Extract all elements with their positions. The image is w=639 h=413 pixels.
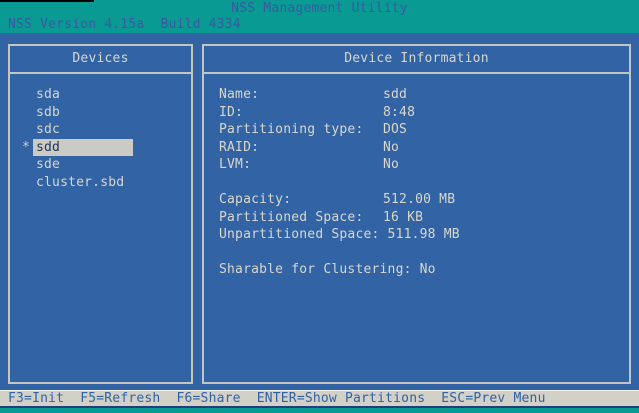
device-item-label: sdb: [36, 104, 60, 122]
device-item-cluster-sbd[interactable]: cluster.sbd: [10, 174, 191, 192]
info-label: RAID:: [219, 139, 375, 157]
device-item-sdc[interactable]: sdc: [10, 121, 191, 139]
info-label: Unpartitioned Space:: [219, 226, 380, 244]
info-label: Partitioning type:: [219, 121, 375, 139]
top-edge-artifact: [0, 0, 94, 2]
info-label: Sharable for Clustering:: [219, 261, 412, 279]
selected-marker-slot: [22, 121, 36, 139]
info-row-id: ID: 8:48: [204, 104, 629, 122]
nssmu-screen: NSS Management Utility NSS Version 4.15a…: [0, 0, 639, 413]
device-list: sda sdb sdc * sdd sde cluster.sbd: [10, 74, 191, 191]
info-row-raid: RAID: No: [204, 139, 629, 157]
info-label: LVM:: [219, 156, 375, 174]
selected-marker-slot: [22, 86, 36, 104]
info-value: 512.00 MB: [375, 191, 455, 209]
info-label: Name:: [219, 86, 375, 104]
info-label: ID:: [219, 104, 375, 122]
selected-marker-slot: [22, 104, 36, 122]
info-value: 16 KB: [375, 209, 423, 227]
device-item-sde[interactable]: sde: [10, 156, 191, 174]
info-value: No: [375, 139, 399, 157]
devices-panel-header: Devices: [10, 46, 191, 74]
info-row-capacity: Capacity: 512.00 MB: [204, 191, 629, 209]
info-row-partitioning-type: Partitioning type: DOS: [204, 121, 629, 139]
bottom-edge-strip: [0, 408, 639, 413]
device-item-label: cluster.sbd: [36, 174, 124, 192]
info-value: No: [412, 261, 436, 279]
info-value: 511.98 MB: [380, 226, 460, 244]
info-row-sharable-for-clustering: Sharable for Clustering: No: [204, 261, 629, 279]
device-item-sdd[interactable]: * sdd: [10, 139, 191, 157]
info-label: Partitioned Space:: [219, 209, 375, 227]
info-row-lvm: LVM: No: [204, 156, 629, 174]
info-panel-title: Device Information: [344, 50, 488, 68]
hotkey-f5-refresh[interactable]: F5=Refresh: [80, 390, 160, 408]
device-item-label: sdd: [33, 139, 133, 157]
hotkey-f6-share[interactable]: F6=Share: [176, 390, 240, 408]
version-text: NSS Version 4.15a Build 4334: [0, 17, 639, 33]
devices-panel-title: Devices: [72, 50, 128, 68]
info-value: 8:48: [375, 104, 415, 122]
selected-marker-slot: [22, 156, 36, 174]
info-panel-body: Name: sdd ID: 8:48 Partitioning type: DO…: [204, 74, 629, 279]
info-row-name: Name: sdd: [204, 86, 629, 104]
device-item-label: sda: [36, 86, 60, 104]
info-row-unpartitioned-space: Unpartitioned Space: 511.98 MB: [204, 226, 629, 244]
app-title: NSS Management Utility: [0, 0, 639, 17]
info-panel: Device Information Name: sdd ID: 8:48 Pa…: [202, 44, 631, 384]
info-panel-header: Device Information: [204, 46, 629, 74]
device-item-label: sde: [36, 156, 60, 174]
device-item-sda[interactable]: sda: [10, 86, 191, 104]
hotkey-f3-init[interactable]: F3=Init: [8, 390, 64, 408]
command-bar: F3=Init F5=Refresh F6=Share ENTER=Show P…: [0, 390, 639, 408]
device-item-sdb[interactable]: sdb: [10, 104, 191, 122]
blank-row: [204, 174, 629, 192]
devices-panel: Devices sda sdb sdc * sdd sde: [8, 44, 193, 384]
device-item-label: sdc: [36, 121, 60, 139]
blank-row: [204, 244, 629, 262]
info-row-partitioned-space: Partitioned Space: 16 KB: [204, 209, 629, 227]
hotkey-esc-prev-menu[interactable]: ESC=Prev Menu: [441, 390, 545, 408]
info-value: DOS: [375, 121, 407, 139]
info-value: No: [375, 156, 399, 174]
info-value: sdd: [375, 86, 407, 104]
info-label: Capacity:: [219, 191, 375, 209]
title-bar: NSS Management Utility NSS Version 4.15a…: [0, 0, 639, 33]
selected-marker-slot: [22, 174, 36, 192]
hotkey-enter-show-partitions[interactable]: ENTER=Show Partitions: [257, 390, 426, 408]
